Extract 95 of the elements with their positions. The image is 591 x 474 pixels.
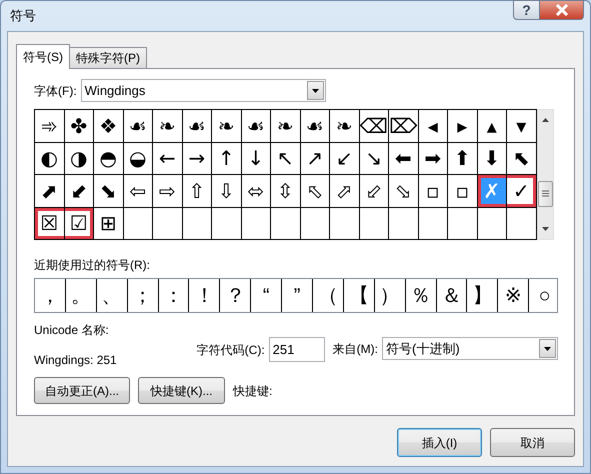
symbol-cell[interactable]: ❧ xyxy=(153,110,182,142)
symbol-cell[interactable]: ⌦ xyxy=(389,110,418,142)
symbol-cell[interactable]: ⇨ xyxy=(153,175,182,208)
dropdown-arrow-icon xyxy=(544,346,551,350)
symbol-cell[interactable]: → xyxy=(182,142,212,175)
shortcut-key-label: 快捷键: xyxy=(233,382,272,400)
symbol-cell[interactable] xyxy=(360,208,389,240)
tab[interactable]: 符号(S) xyxy=(16,44,70,69)
shortcut-key-button[interactable]: 快捷键(K)... xyxy=(138,377,225,404)
symbol-cell[interactable]: ⇦ xyxy=(124,175,153,208)
symbol-cell[interactable]: ◂ xyxy=(418,110,448,142)
symbol-cell[interactable]: ↗ xyxy=(300,142,330,175)
tab[interactable]: 特殊字符(P) xyxy=(69,47,147,68)
char-code-field[interactable]: 251 xyxy=(268,337,325,362)
symbol-cell[interactable]: ⬃ xyxy=(360,175,389,208)
from-label: 来自(M): xyxy=(332,340,378,358)
recent-symbol[interactable]: ○ xyxy=(529,279,560,312)
symbol-cell[interactable] xyxy=(418,208,448,240)
symbol-cell[interactable] xyxy=(153,208,182,240)
symbol-cell[interactable] xyxy=(124,208,153,240)
symbol-cell[interactable]: ☑ xyxy=(64,208,94,240)
symbol-cell[interactable] xyxy=(300,208,330,240)
symbol-cell[interactable] xyxy=(271,208,300,240)
symbol-cell[interactable] xyxy=(182,208,212,240)
symbol-cell[interactable]: ↑ xyxy=(212,142,242,175)
scroll-up-icon[interactable] xyxy=(542,118,548,122)
symbol-cell[interactable]: ⬈ xyxy=(35,175,64,208)
symbol-cell[interactable]: ⌫ xyxy=(360,110,389,142)
symbol-cell[interactable]: ◑ xyxy=(64,142,94,175)
symbol-cell[interactable]: ❧ xyxy=(271,110,300,142)
symbol-cell[interactable]: ◐ xyxy=(35,142,64,175)
symbol-cell[interactable]: ↘ xyxy=(360,142,389,175)
window-title: 符号 xyxy=(9,7,37,26)
symbol-cell[interactable]: ← xyxy=(153,142,182,175)
insert-button[interactable]: 插入(I) xyxy=(397,428,482,457)
symbol-cell[interactable]: ↙ xyxy=(330,142,360,175)
symbol-cell[interactable]: ⬀ xyxy=(330,175,360,208)
close-icon xyxy=(554,4,568,16)
autocorrect-button[interactable]: 自动更正(A)... xyxy=(34,377,130,404)
symbol-cell[interactable]: ☙ xyxy=(300,110,330,142)
symbol-cell[interactable]: ↓ xyxy=(242,142,271,175)
scrollbar[interactable] xyxy=(536,109,554,240)
symbol-cell[interactable]: ❖ xyxy=(94,110,124,142)
symbol-cell[interactable]: ❧ xyxy=(330,110,360,142)
cancel-button[interactable]: 取消 xyxy=(490,428,575,457)
dropdown-arrow-icon xyxy=(312,88,319,92)
symbol-cell[interactable]: ☒ xyxy=(35,208,64,240)
unicode-name-value: Wingdings: 251 xyxy=(34,352,118,369)
symbol-cell[interactable]: ⬋ xyxy=(64,175,94,208)
scroll-down-icon[interactable] xyxy=(542,227,548,231)
symbol-cell[interactable] xyxy=(478,208,507,240)
symbol-cell[interactable]: ▾ xyxy=(507,110,536,142)
symbol-cell[interactable] xyxy=(448,208,478,240)
symbol-cell[interactable]: ✤ xyxy=(64,110,94,142)
symbol-cell[interactable]: ◒ xyxy=(124,142,153,175)
symbol-cell[interactable]: ⬄ xyxy=(242,175,271,208)
symbol-cell[interactable]: ▴ xyxy=(478,110,507,142)
symbol-cell[interactable]: ⇩ xyxy=(212,175,242,208)
symbol-cell[interactable]: ⇧ xyxy=(182,175,212,208)
recent-label: 近期使用过的符号(R): xyxy=(34,257,151,274)
symbol-cell[interactable]: ⬁ xyxy=(300,175,330,208)
symbol-cell[interactable]: ◓ xyxy=(94,142,124,175)
symbol-cell[interactable]: ▫ xyxy=(448,175,478,208)
symbol-cell[interactable]: ⇳ xyxy=(271,175,300,208)
symbol-cell[interactable]: ➾ xyxy=(35,110,64,142)
symbol-cell[interactable]: ☙ xyxy=(242,110,271,142)
symbol-cell[interactable]: ✓ xyxy=(507,175,536,208)
symbol-cell[interactable]: ⬇ xyxy=(478,142,507,175)
symbol-cell[interactable]: ⊞ xyxy=(94,208,124,240)
font-dropdown[interactable]: Wingdings xyxy=(80,79,326,102)
symbol-cell[interactable]: ⬆ xyxy=(448,142,478,175)
symbol-cell[interactable] xyxy=(330,208,360,240)
symbol-cell[interactable]: ➡ xyxy=(418,142,448,175)
symbol-cell[interactable]: ☙ xyxy=(124,110,153,142)
symbol-cell[interactable]: ⬂ xyxy=(389,175,418,208)
help-button[interactable]: ? xyxy=(513,0,540,20)
symbol-cell[interactable]: ⬅ xyxy=(389,142,418,175)
symbol-cell[interactable]: ⬊ xyxy=(94,175,124,208)
symbol-cell[interactable]: ❧ xyxy=(212,110,242,142)
symbol-cell[interactable]: ↖ xyxy=(271,142,300,175)
char-code-label: 字符代码(C): xyxy=(196,342,265,358)
symbol-cell[interactable] xyxy=(242,208,271,240)
unicode-name-label: Unicode 名称: xyxy=(34,322,110,339)
symbol-cell[interactable] xyxy=(507,208,536,240)
symbol-cell[interactable] xyxy=(212,208,242,240)
font-label: 字体(F): xyxy=(34,82,77,100)
symbol-cell[interactable]: ▸ xyxy=(448,110,478,142)
from-dropdown[interactable]: 符号(十进制) xyxy=(382,337,558,360)
close-button[interactable] xyxy=(540,0,584,20)
symbol-cell[interactable]: ☙ xyxy=(182,110,212,142)
grip-icon xyxy=(542,190,548,197)
symbol-cell[interactable] xyxy=(389,208,418,240)
symbol-cell[interactable]: ⬉ xyxy=(507,142,536,175)
scroll-thumb[interactable] xyxy=(538,180,552,206)
symbol-cell[interactable]: ▫ xyxy=(418,175,448,208)
